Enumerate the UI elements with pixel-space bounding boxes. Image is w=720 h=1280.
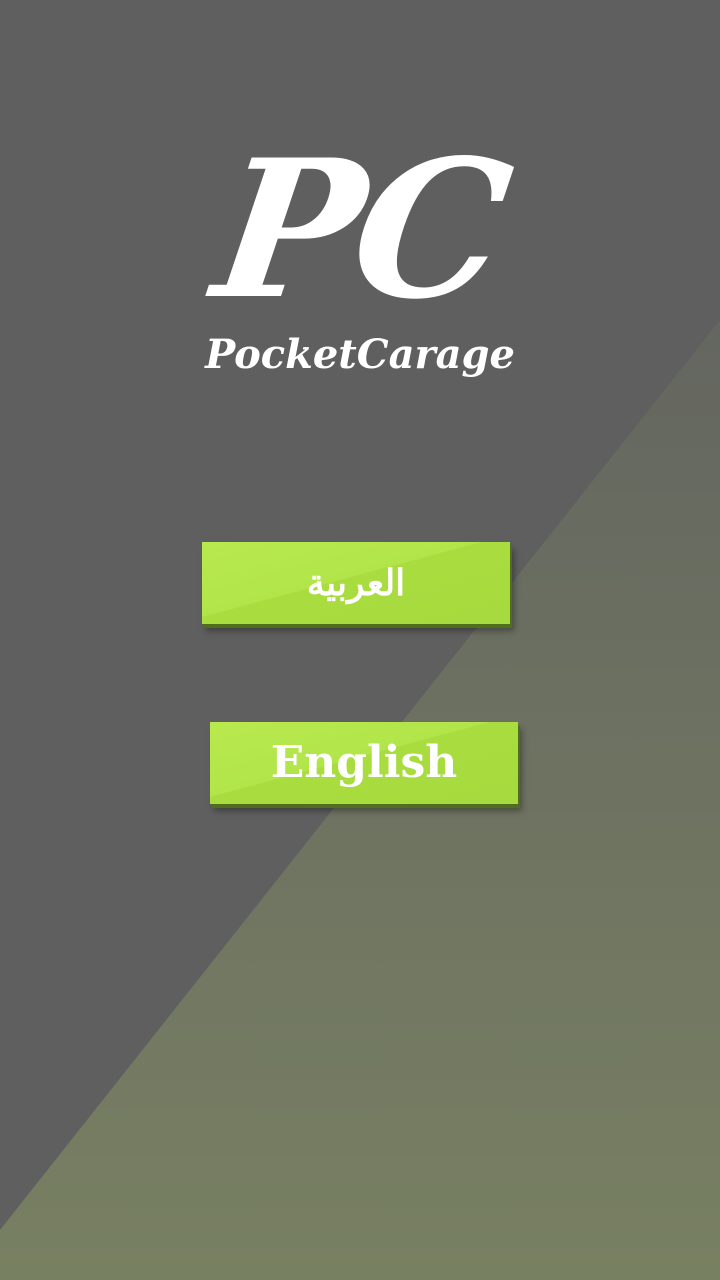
logo-mark: PC	[203, 118, 517, 341]
app-name: PocketCarage	[205, 331, 515, 378]
english-language-button[interactable]: English	[210, 722, 518, 804]
app-logo: PC PocketCarage	[160, 118, 560, 390]
arabic-language-button[interactable]: العربية	[202, 542, 510, 624]
